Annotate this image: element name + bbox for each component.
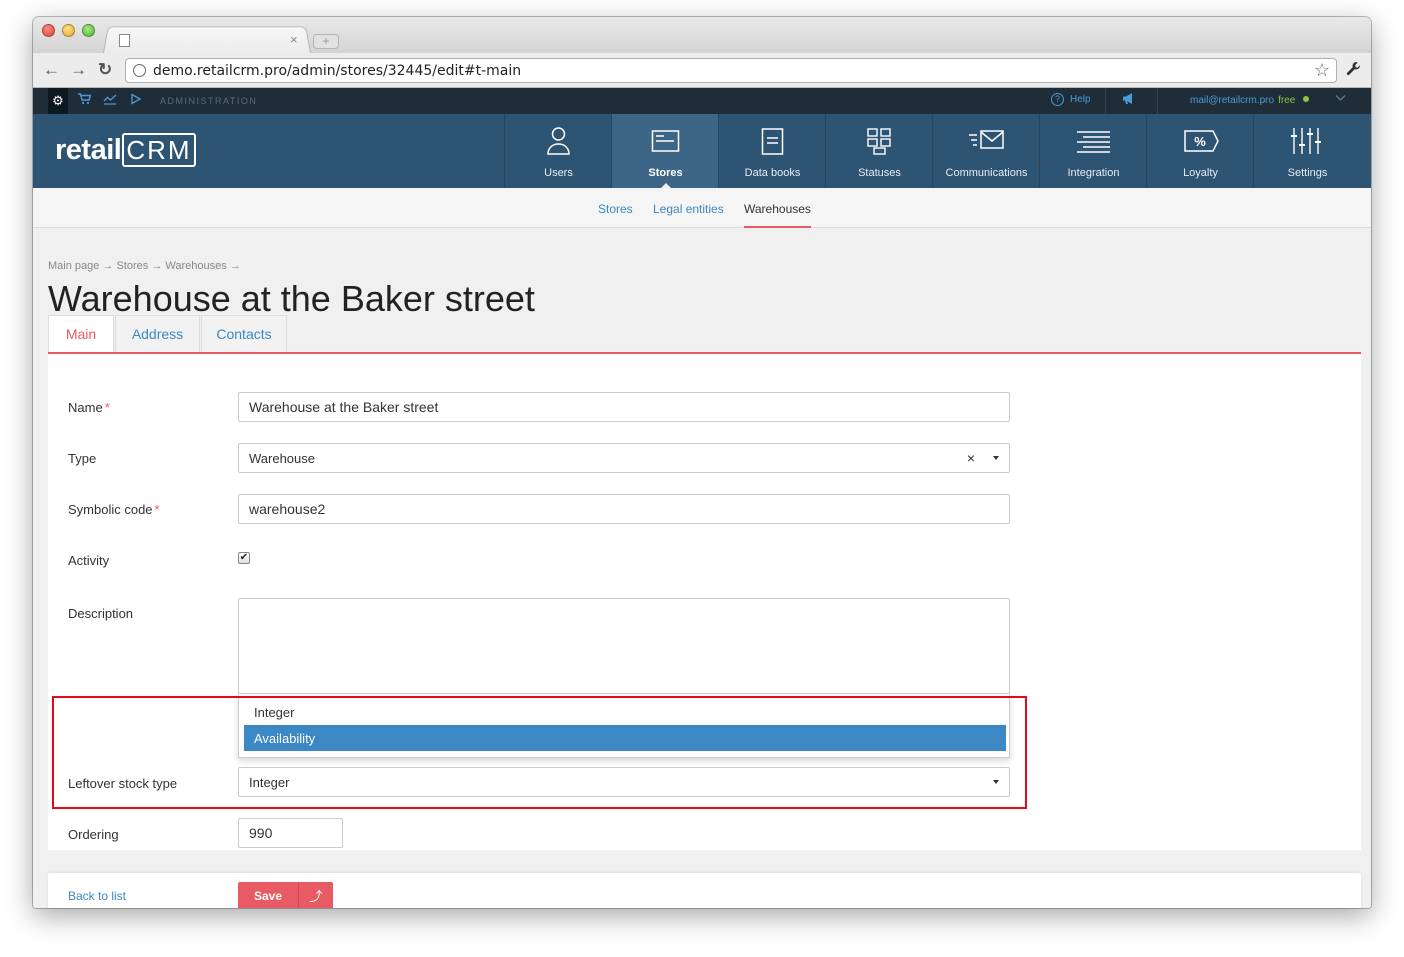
- store-icon: [612, 126, 719, 156]
- back-arrow-icon[interactable]: ←: [43, 61, 60, 79]
- browser-window: × + ← → ↻ demo.retailcrm.pro/admin/store…: [33, 17, 1371, 908]
- required-mark: *: [154, 502, 160, 517]
- wrench-icon[interactable]: [1346, 61, 1362, 82]
- ordering-input[interactable]: 990: [238, 818, 343, 848]
- svg-text:%: %: [1194, 134, 1206, 149]
- active-subnav-indicator: [744, 226, 811, 228]
- help-link[interactable]: ? Help: [1051, 93, 1091, 106]
- title-bar: × +: [33, 17, 1371, 53]
- page-icon: [119, 34, 130, 47]
- reload-icon[interactable]: ↻: [98, 61, 112, 79]
- minimize-window-button[interactable]: [62, 24, 75, 37]
- url-text: demo.retailcrm.pro/admin/stores/32445/ed…: [153, 63, 522, 79]
- highlight-box: [52, 696, 1027, 809]
- action-bar: Back to list Save ⤴: [48, 873, 1361, 908]
- globe-icon: [133, 64, 146, 77]
- description-textarea[interactable]: [238, 598, 1010, 694]
- divider: [1105, 88, 1106, 114]
- nav-item-data-books[interactable]: Data books: [718, 114, 825, 188]
- tab-close-icon[interactable]: ×: [290, 32, 298, 47]
- nav-item-settings[interactable]: Settings: [1253, 114, 1360, 188]
- subnav-warehouses[interactable]: Warehouses: [744, 202, 811, 216]
- nav-item-loyalty[interactable]: % Loyalty: [1146, 114, 1253, 188]
- activity-label: Activity: [68, 553, 110, 568]
- account-email: mail@retailcrm.pro: [1190, 95, 1275, 106]
- admin-bar: ⚙ ADMINISTRATION ? Help mail@retailcrm.pr…: [33, 88, 1371, 114]
- chevron-down-icon[interactable]: [1335, 93, 1346, 105]
- account-menu[interactable]: mail@retailcrm.pro free: [1190, 95, 1310, 106]
- user-icon: [505, 126, 612, 156]
- book-icon: [719, 126, 826, 156]
- ordering-label: Ordering: [68, 827, 119, 842]
- name-input[interactable]: Warehouse at the Baker street: [238, 392, 1010, 422]
- back-to-list-link[interactable]: Back to list: [68, 889, 126, 903]
- name-label: Name *: [68, 400, 110, 415]
- activity-checkbox[interactable]: ✔: [238, 552, 250, 564]
- sub-nav: Stores Legal entities Warehouses: [33, 188, 1371, 228]
- play-icon[interactable]: [130, 93, 142, 108]
- communications-icon: [933, 126, 1040, 156]
- admin-label: ADMINISTRATION: [160, 96, 258, 106]
- close-window-button[interactable]: [42, 24, 55, 37]
- browser-toolbar: ← → ↻ demo.retailcrm.pro/admin/stores/32…: [33, 53, 1371, 88]
- symbolic-code-input[interactable]: warehouse2: [238, 494, 1010, 524]
- analytics-icon[interactable]: [103, 93, 117, 108]
- divider: [1157, 88, 1158, 114]
- new-tab-button[interactable]: +: [313, 34, 339, 49]
- bookmark-star-icon[interactable]: ☆: [1314, 60, 1330, 81]
- tab-main[interactable]: Main: [48, 315, 114, 353]
- nav-item-users[interactable]: Users: [504, 114, 611, 188]
- nav-item-statuses[interactable]: Statuses: [825, 114, 932, 188]
- symbolic-code-label: Symbolic code *: [68, 502, 160, 517]
- subnav-legal-entities[interactable]: Legal entities: [653, 202, 724, 216]
- maximize-window-button[interactable]: [82, 24, 95, 37]
- address-bar[interactable]: demo.retailcrm.pro/admin/stores/32445/ed…: [125, 58, 1337, 83]
- nav-item-stores[interactable]: Stores: [611, 114, 718, 188]
- clear-icon[interactable]: ×: [967, 450, 975, 466]
- integration-icon: [1040, 126, 1147, 156]
- type-label: Type: [68, 451, 97, 466]
- cart-icon[interactable]: [78, 93, 92, 108]
- nav-item-integration[interactable]: Integration: [1039, 114, 1146, 188]
- description-label: Description: [68, 606, 134, 621]
- save-and-exit-icon[interactable]: ⤴: [298, 882, 333, 908]
- megaphone-icon[interactable]: [1122, 92, 1137, 108]
- forward-arrow-icon[interactable]: →: [70, 61, 87, 79]
- help-icon: ?: [1051, 93, 1064, 106]
- caret-down-icon[interactable]: [993, 456, 999, 460]
- required-mark: *: [104, 400, 110, 415]
- subnav-stores[interactable]: Stores: [598, 202, 633, 216]
- statuses-icon: [826, 126, 933, 156]
- tab-address[interactable]: Address: [115, 315, 200, 353]
- app: ⚙ ADMINISTRATION ? Help mail@retailcrm.pr…: [33, 88, 1371, 908]
- settings-icon: [1254, 126, 1361, 156]
- retailcrm-logo[interactable]: retail CRM: [55, 133, 196, 167]
- tab-contacts[interactable]: Contacts: [201, 315, 287, 353]
- online-status-dot: [1303, 96, 1310, 102]
- type-select[interactable]: Warehouse ×: [238, 443, 1010, 473]
- page-title: Warehouse at the Baker street: [48, 278, 535, 319]
- breadcrumb[interactable]: Main page → Stores → Warehouses →: [48, 260, 241, 272]
- gear-icon[interactable]: ⚙: [48, 88, 68, 114]
- type-selected-value: Warehouse: [249, 451, 315, 466]
- main-nav: retail CRM Users Stores Data books Status…: [33, 114, 1371, 188]
- save-button[interactable]: Save: [238, 882, 298, 908]
- nav-item-communications[interactable]: Communications: [932, 114, 1039, 188]
- plan-label: free: [1278, 95, 1296, 106]
- browser-tab[interactable]: [103, 26, 311, 53]
- loyalty-icon: %: [1147, 126, 1254, 156]
